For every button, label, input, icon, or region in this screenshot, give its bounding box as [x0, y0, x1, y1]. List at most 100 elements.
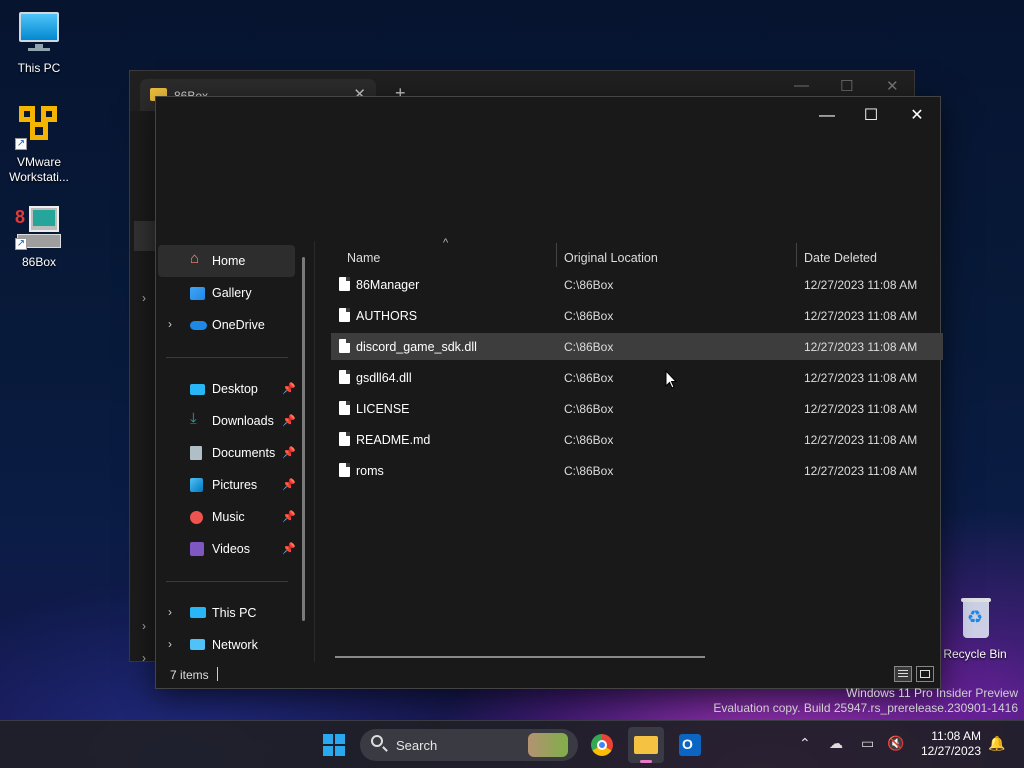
nav-item-videos[interactable]: Videos 📌 [158, 533, 296, 565]
chevron-up-icon[interactable]: ⌃ [799, 735, 811, 752]
nav-item-desktop[interactable]: Desktop 📌 [158, 373, 296, 405]
start-button[interactable] [316, 727, 352, 763]
chevron-right-icon[interactable]: › [142, 619, 146, 633]
horizontal-scrollbar[interactable] [335, 656, 705, 658]
file-row[interactable]: roms C:\86Box 12/27/2023 11:08 AM [331, 457, 943, 484]
chrome-button[interactable] [584, 727, 620, 763]
column-header-location[interactable]: Original Location [557, 241, 795, 271]
sort-up-icon: ^ [443, 237, 449, 249]
nav-item-pictures[interactable]: Pictures 📌 [158, 469, 296, 501]
file-row[interactable]: LICENSE C:\86Box 12/27/2023 11:08 AM [331, 395, 943, 422]
outlook-button[interactable]: O [672, 727, 708, 763]
nav-item-label: Videos [212, 542, 250, 556]
pin-icon: 📌 [282, 543, 296, 555]
clock-time: 11:08 AM [931, 729, 981, 743]
nav-item-home[interactable]: ⌂ Home [158, 245, 295, 277]
recycle-bin-window[interactable]: — ☐ ✕ ⌂ Home Gallery › OneDrive Desktop … [155, 96, 943, 689]
desktop-icon-recycle-bin[interactable]: ♻ Recycle Bin [937, 596, 1013, 662]
file-date: 12/27/2023 11:08 AM [804, 309, 918, 323]
file-date: 12/27/2023 11:08 AM [804, 278, 918, 292]
file-location: C:\86Box [564, 340, 614, 354]
this-pc-icon [190, 607, 206, 618]
computer-86box-icon: 8 ↗ [15, 204, 63, 252]
nav-scrollbar[interactable] [302, 257, 305, 621]
nav-item-music[interactable]: Music 📌 [158, 501, 296, 533]
windows-logo-icon [323, 734, 345, 756]
volume-muted-icon[interactable]: 🔇 [887, 735, 904, 752]
file-name: 86Manager [356, 278, 420, 292]
desktop-icon-label: VMware Workstati... [9, 155, 69, 184]
taskbar-search-box[interactable]: Search [360, 729, 578, 761]
search-icon [371, 735, 383, 747]
nav-item-label: Music [212, 510, 245, 524]
nav-item-onedrive[interactable]: › OneDrive [158, 309, 295, 341]
file-location: C:\86Box [564, 309, 614, 323]
dll-file-icon [339, 339, 350, 353]
nav-item-label: Network [212, 638, 258, 652]
file-explorer-button[interactable] [628, 727, 664, 763]
maximize-button[interactable]: ☐ [848, 101, 894, 131]
column-header-date[interactable]: Date Deleted [797, 241, 937, 271]
search-highlight-icon [528, 733, 568, 757]
nav-item-this-pc[interactable]: › This PC [158, 597, 295, 629]
details-view-button[interactable] [894, 666, 912, 682]
pictures-icon [190, 478, 203, 492]
file-location: C:\86Box [564, 278, 614, 292]
back-close-button[interactable]: ✕ [886, 77, 899, 95]
file-icon [339, 401, 350, 415]
file-row[interactable]: README.md C:\86Box 12/27/2023 11:08 AM [331, 426, 943, 453]
file-name: discord_game_sdk.dll [356, 340, 477, 354]
pin-icon: 📌 [282, 447, 296, 459]
network-icon[interactable]: ▭ [861, 735, 874, 752]
pin-icon: 📌 [282, 511, 296, 523]
taskbar: Search O ⌃ ☁ ▭ 🔇 11:08 AM 12/27/2023 🔔 [0, 720, 1024, 768]
status-bar: 7 items [156, 662, 940, 688]
nav-item-network[interactable]: › Network [158, 629, 295, 661]
chevron-right-icon[interactable]: › [168, 605, 172, 619]
back-minimize-button[interactable]: — [794, 77, 809, 94]
chevron-right-icon[interactable]: › [142, 291, 146, 305]
minimize-button[interactable]: — [804, 101, 850, 131]
file-row[interactable]: 86Manager C:\86Box 12/27/2023 11:08 AM [331, 271, 943, 298]
vmware-icon: ↗ [15, 104, 63, 152]
nav-item-gallery[interactable]: Gallery [158, 277, 295, 309]
gallery-icon [190, 287, 205, 300]
tiles-view-button[interactable] [916, 666, 934, 682]
file-location: C:\86Box [564, 464, 614, 478]
folder-icon [634, 736, 658, 754]
onedrive-offline-icon[interactable]: ☁ [829, 735, 843, 752]
file-row[interactable]: gsdll64.dll C:\86Box 12/27/2023 11:08 AM [331, 364, 943, 391]
desktop-icon-this-pc[interactable]: This PC [1, 10, 77, 76]
outlook-icon: O [679, 734, 701, 756]
chevron-right-icon[interactable]: › [142, 651, 146, 665]
dll-file-icon [339, 370, 350, 384]
column-header-name[interactable]: Name ^ [331, 237, 555, 271]
file-date: 12/27/2023 11:08 AM [804, 433, 918, 447]
nav-item-label: OneDrive [212, 318, 265, 332]
file-location: C:\86Box [564, 371, 614, 385]
file-list: Name ^ Original Location Date Deleted 86… [314, 237, 943, 662]
nav-item-label: Home [212, 254, 246, 268]
nav-item-downloads[interactable]: ⤓ Downloads 📌 [158, 405, 296, 437]
chevron-right-icon[interactable]: › [168, 317, 172, 331]
file-row-selected[interactable]: discord_game_sdk.dll C:\86Box 12/27/2023… [331, 333, 943, 360]
watermark-build: Evaluation copy. Build 25947.rs_prerelea… [713, 701, 1018, 715]
monitor-icon [15, 10, 63, 58]
item-count: 7 items [170, 668, 209, 682]
file-name: AUTHORS [356, 309, 418, 323]
nav-item-label: Gallery [212, 286, 252, 300]
file-row[interactable]: AUTHORS C:\86Box 12/27/2023 11:08 AM [331, 302, 943, 329]
back-maximize-button[interactable]: ☐ [840, 77, 853, 95]
pin-icon: 📌 [282, 415, 296, 427]
desktop-icon-86box[interactable]: 8 ↗ 86Box [1, 204, 77, 270]
nav-item-documents[interactable]: Documents 📌 [158, 437, 296, 469]
desktop-icon-vmware[interactable]: ↗ VMware Workstati... [1, 104, 77, 185]
file-date: 12/27/2023 11:08 AM [804, 340, 918, 354]
chevron-right-icon[interactable]: › [168, 637, 172, 651]
nav-item-label: Desktop [212, 382, 258, 396]
close-button[interactable]: ✕ [894, 101, 940, 131]
notification-bell-icon[interactable]: 🔔 [988, 735, 1005, 752]
system-clock[interactable]: 11:08 AM 12/27/2023 [921, 729, 981, 759]
file-name: gsdll64.dll [356, 371, 412, 385]
nav-item-label: Documents [212, 446, 276, 460]
